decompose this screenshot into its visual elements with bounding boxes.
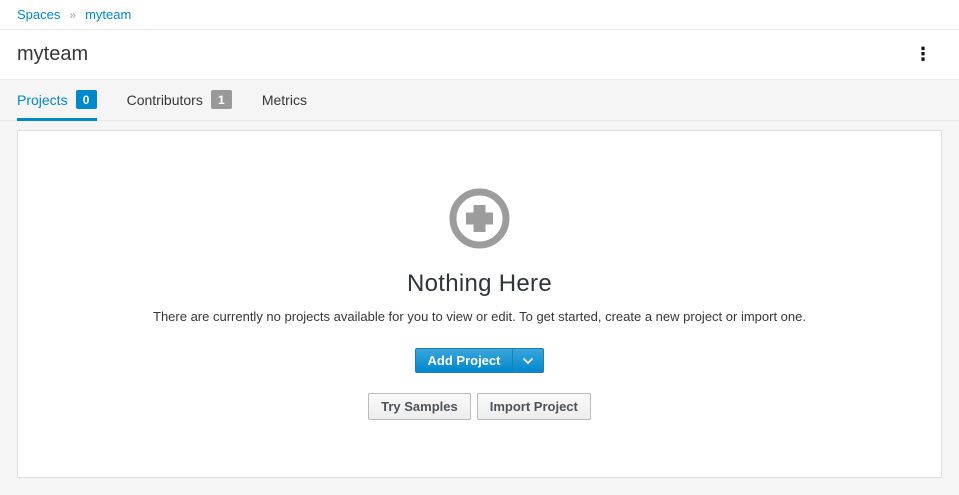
projects-panel: Nothing Here There are currently no proj…: [17, 130, 942, 478]
kebab-menu-icon[interactable]: ⋮: [909, 44, 937, 66]
tab-projects-label: Projects: [17, 92, 68, 108]
primary-action-group: Add Project: [18, 348, 941, 373]
breadcrumb-link-myteam[interactable]: myteam: [85, 7, 131, 22]
add-project-button[interactable]: Add Project: [415, 348, 514, 373]
import-project-button[interactable]: Import Project: [477, 393, 591, 420]
tab-metrics-label: Metrics: [262, 92, 307, 108]
chevron-down-icon: [522, 357, 534, 365]
secondary-action-group: Try Samples Import Project: [18, 393, 941, 420]
add-circle-icon: [449, 188, 510, 249]
title-bar: myteam ⋮: [0, 30, 959, 80]
projects-count-badge: 0: [76, 90, 97, 109]
breadcrumb-link-spaces[interactable]: Spaces: [17, 7, 60, 22]
tab-contributors[interactable]: Contributors 1: [127, 80, 232, 121]
page-title: myteam: [17, 43, 88, 66]
tab-bar: Projects 0 Contributors 1 Metrics: [0, 80, 959, 121]
empty-state-title: Nothing Here: [18, 270, 941, 298]
breadcrumb-separator: »: [69, 8, 76, 22]
tab-metrics[interactable]: Metrics: [262, 80, 307, 121]
contributors-count-badge: 1: [211, 90, 232, 109]
tab-contributors-label: Contributors: [127, 92, 203, 108]
breadcrumb: Spaces » myteam: [0, 0, 959, 30]
try-samples-button[interactable]: Try Samples: [368, 393, 471, 420]
empty-state: Nothing Here There are currently no proj…: [18, 131, 941, 420]
main-content: Nothing Here There are currently no proj…: [0, 121, 959, 478]
add-project-dropdown-toggle[interactable]: [512, 348, 544, 373]
empty-state-description: There are currently no projects availabl…: [18, 309, 941, 324]
tab-projects[interactable]: Projects 0: [17, 80, 97, 121]
